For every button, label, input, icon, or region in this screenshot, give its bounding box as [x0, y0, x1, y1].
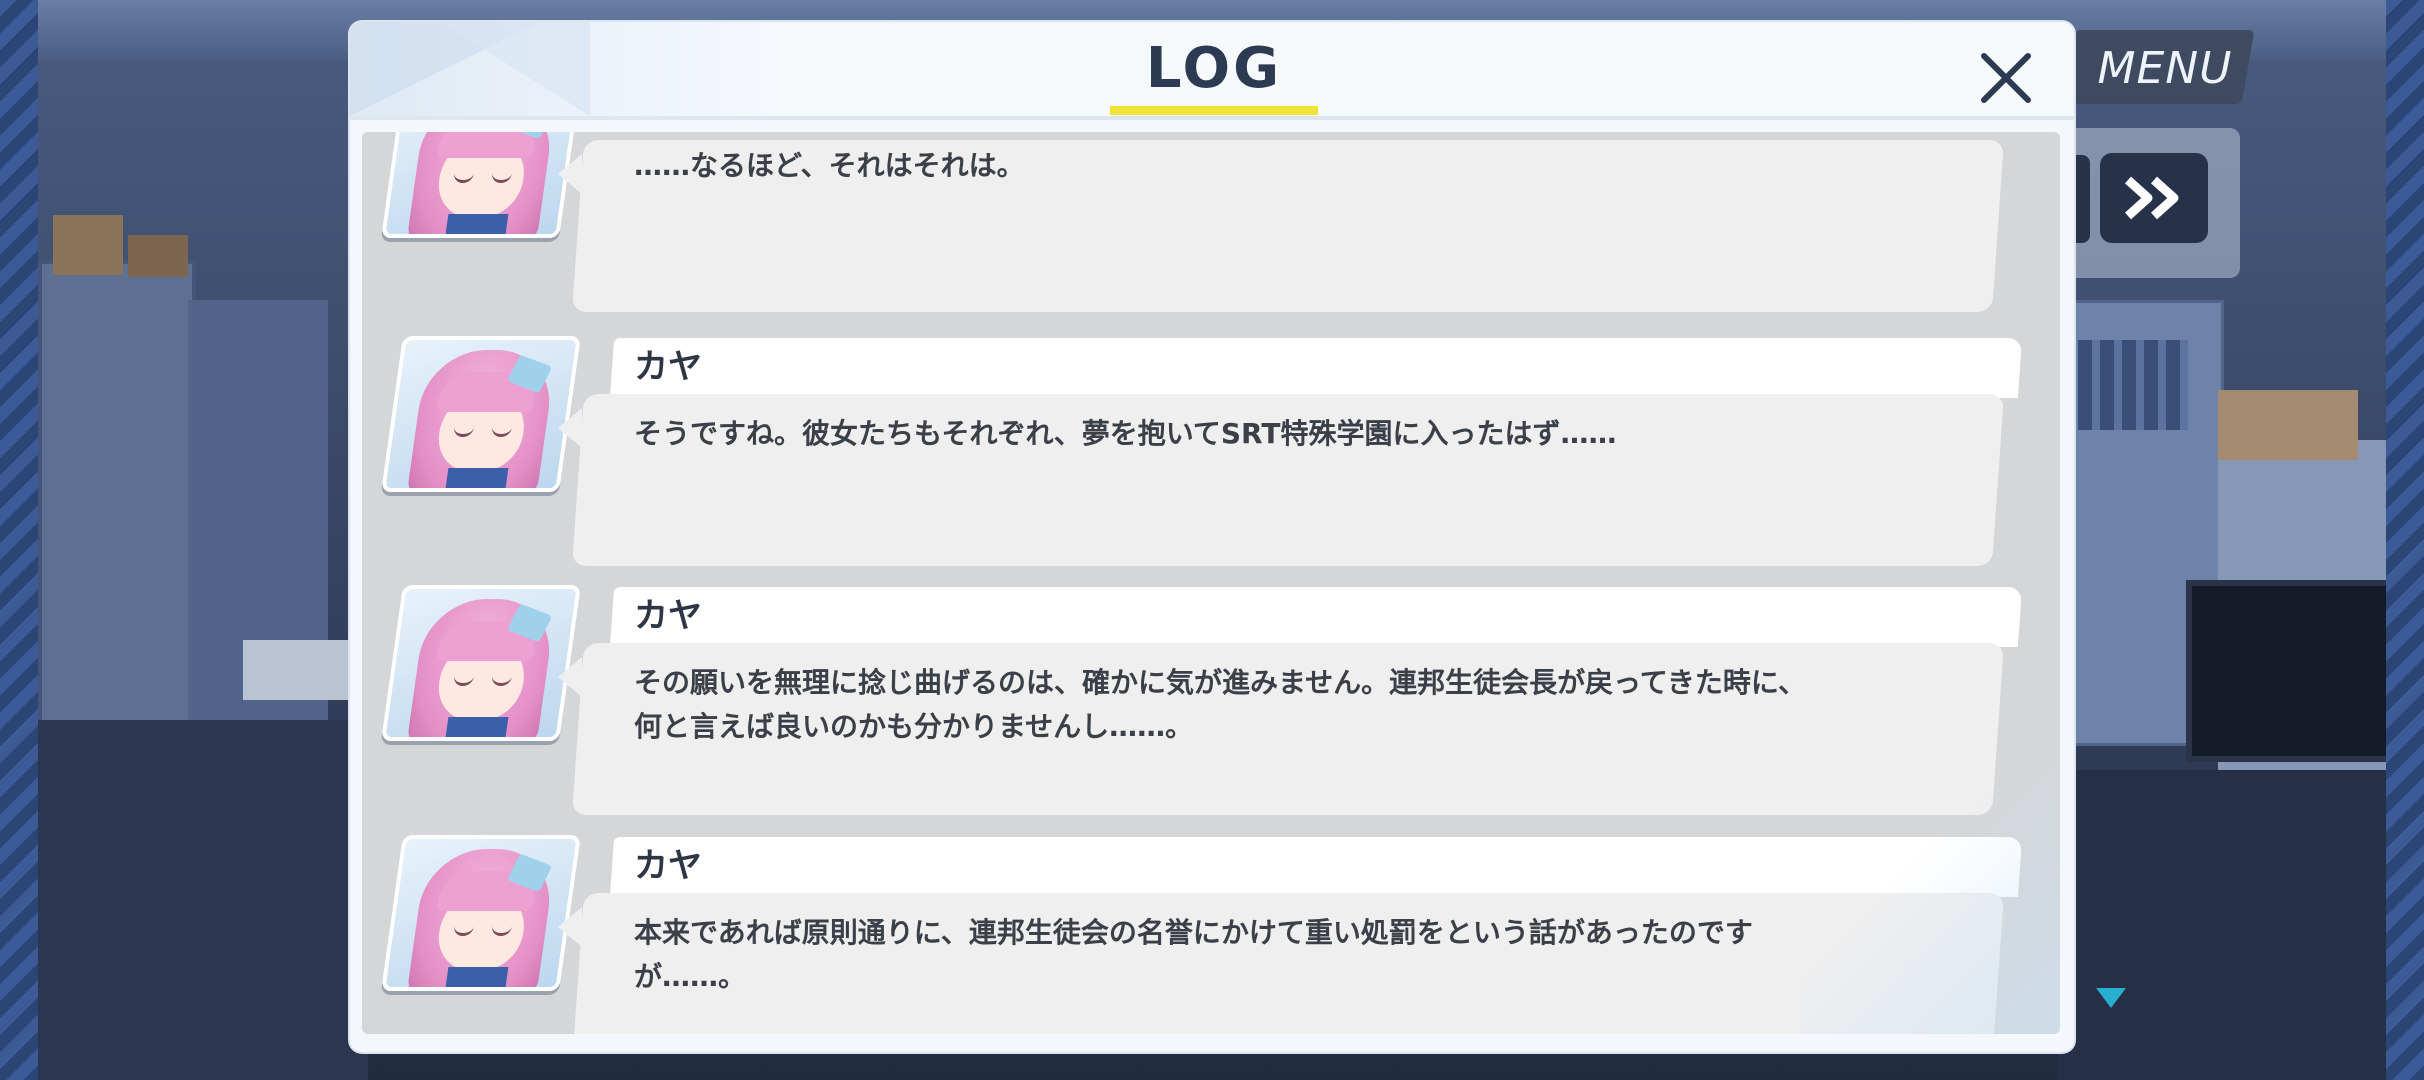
dialogue-text: その願いを無理に捻じ曲げるのは、確かに気が進みません。連邦生徒会長が戻ってきた時…	[634, 666, 1807, 743]
computer-monitor	[2186, 580, 2386, 762]
speaker-name: カヤ	[634, 846, 702, 886]
character-portrait	[381, 585, 581, 741]
left-shelf	[38, 720, 368, 1080]
dialogue-text: 本来であれば原則通りに、連邦生徒会の名誉にかけて重い処罰をという話があったのです…	[634, 916, 1753, 993]
speaker-name: カヤ	[634, 596, 702, 636]
character-portrait	[381, 336, 581, 492]
bubble-tail	[558, 154, 582, 194]
double-chevron-right-icon	[2124, 176, 2179, 220]
bubble-tail	[558, 907, 582, 947]
close-icon	[1981, 53, 2031, 103]
speaker-name-bar	[609, 837, 2023, 897]
log-entry: カヤ そうですね。彼女たちもそれぞれ、夢を抱いてSRT特殊学園に入ったはず……	[362, 336, 2060, 576]
character-portrait	[381, 132, 581, 238]
dialogue-text: ……なるほど、それはそれは。	[634, 149, 1025, 182]
skip-button[interactable]	[2100, 153, 2208, 243]
speaker-name: カヤ	[634, 347, 702, 387]
log-title: LOG	[1145, 36, 1283, 101]
speaker-name-bar	[609, 587, 2023, 647]
binders	[2078, 340, 2188, 430]
menu-button-label[interactable]: MENU	[2080, 38, 2250, 98]
cardboard-box	[2218, 390, 2358, 460]
log-header: LOG	[350, 22, 2074, 120]
log-scroll-area[interactable]: ……なるほど、それはそれは。 カヤ そうですね。彼女たちもそれぞれ、夢を抱いてS…	[362, 132, 2060, 1034]
title-underline	[1110, 106, 1318, 115]
right-border-stripe	[2386, 0, 2424, 1080]
dialogue-text: そうですね。彼女たちもそれぞれ、夢を抱いてSRT特殊学園に入ったはず……	[634, 417, 1617, 450]
log-entry: カヤ 本来であれば原則通りに、連邦生徒会の名誉にかけて重い処罰をという話があった…	[362, 835, 2060, 1034]
cardboard-box	[53, 215, 123, 275]
printer	[243, 640, 363, 700]
log-entry: ……なるほど、それはそれは。	[362, 132, 2060, 322]
close-button[interactable]	[1966, 38, 2046, 118]
log-dialog: LOG ……なるほど、それはそれは。 カヤ そうですね。彼女たちもそれぞれ、夢を…	[350, 22, 2074, 1052]
bubble-tail	[558, 408, 582, 448]
desk	[2058, 770, 2386, 1080]
left-cabinet	[38, 260, 196, 738]
cardboard-box	[128, 235, 188, 277]
bubble-tail	[558, 657, 582, 697]
left-border-stripe	[0, 0, 38, 1080]
triangle-down-icon	[2096, 988, 2126, 1008]
log-entry: カヤ その願いを無理に捻じ曲げるのは、確かに気が進みません。連邦生徒会長が戻って…	[362, 585, 2060, 825]
header-decoration	[440, 22, 590, 116]
character-portrait	[381, 835, 581, 991]
speaker-name-bar	[609, 338, 2023, 398]
